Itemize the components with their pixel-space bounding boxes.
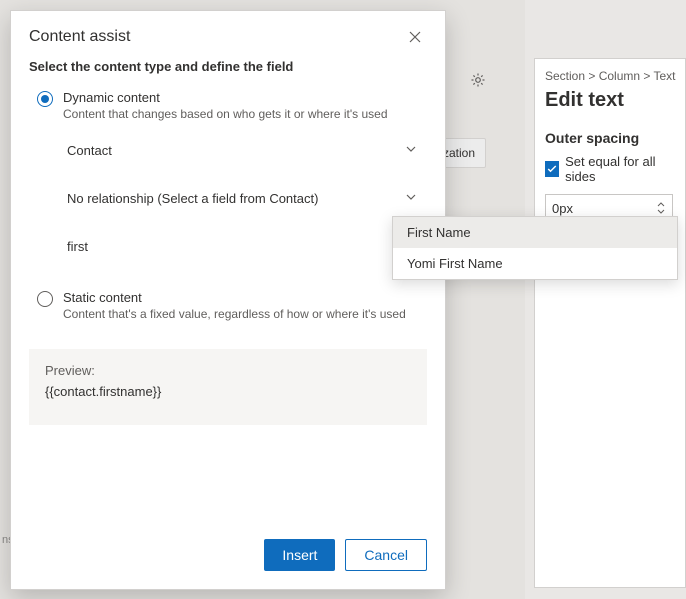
suggestion-flyout: First Name Yomi First Name xyxy=(392,216,678,280)
dynamic-content-desc: Content that changes based on who gets i… xyxy=(63,107,388,121)
gear-icon[interactable] xyxy=(464,66,492,94)
breadcrumb: Section > Column > Text xyxy=(545,69,675,83)
field-search-input[interactable]: first xyxy=(67,233,427,256)
suggestion-item[interactable]: Yomi First Name xyxy=(393,248,677,279)
outer-spacing-heading: Outer spacing xyxy=(545,130,675,146)
chevron-down-icon xyxy=(405,191,417,206)
panel-title: Edit text xyxy=(545,89,675,112)
equal-sides-label: Set equal for all sides xyxy=(565,154,675,184)
entity-value: Contact xyxy=(67,143,112,158)
close-icon xyxy=(409,31,421,43)
entity-dropdown[interactable]: Contact xyxy=(67,131,427,169)
dynamic-content-title: Dynamic content xyxy=(63,90,388,105)
spinner-arrows-icon xyxy=(656,201,666,215)
suggestion-item[interactable]: First Name xyxy=(393,217,677,248)
dialog-title: Content assist xyxy=(29,28,130,46)
static-content-title: Static content xyxy=(63,290,406,305)
preview-value: {{contact.firstname}} xyxy=(45,384,411,399)
relationship-dropdown[interactable]: No relationship (Select a field from Con… xyxy=(67,179,427,217)
dialog-subtitle: Select the content type and define the f… xyxy=(11,53,445,84)
cancel-button[interactable]: Cancel xyxy=(345,539,427,571)
radio-dynamic-content[interactable] xyxy=(37,91,53,107)
radio-static-content[interactable] xyxy=(37,291,53,307)
preview-label: Preview: xyxy=(45,363,411,378)
close-button[interactable] xyxy=(403,25,427,49)
equal-sides-checkbox[interactable] xyxy=(545,161,559,177)
static-content-desc: Content that's a fixed value, regardless… xyxy=(63,307,406,321)
chevron-down-icon xyxy=(405,143,417,158)
relationship-value: No relationship (Select a field from Con… xyxy=(67,191,318,206)
spacing-value: 0px xyxy=(552,201,573,216)
insert-button[interactable]: Insert xyxy=(264,539,335,571)
preview-box: Preview: {{contact.firstname}} xyxy=(29,349,427,425)
content-assist-dialog: Content assist Select the content type a… xyxy=(10,10,446,590)
right-panel: Section > Column > Text Edit text Outer … xyxy=(534,58,686,588)
